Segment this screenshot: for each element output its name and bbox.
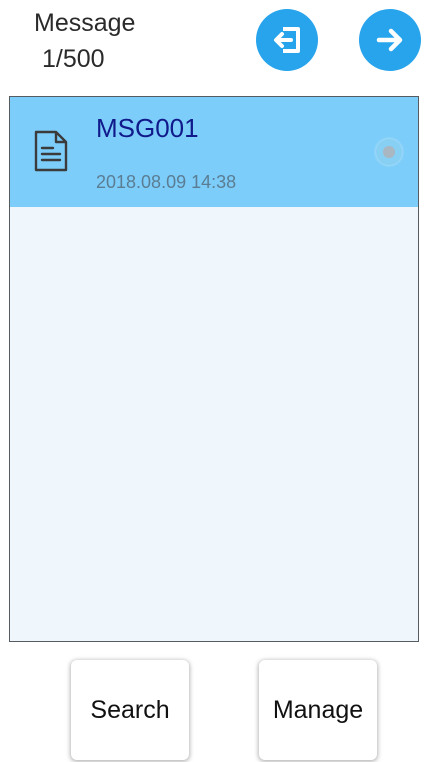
message-list: MSG001 2018.08.09 14:38 xyxy=(9,96,419,642)
message-screen: Message 1/500 MSG001 2018.08.09 14:38 Se… xyxy=(0,0,429,762)
message-count: 1/500 xyxy=(42,45,105,73)
next-button[interactable] xyxy=(359,9,421,71)
page-title: Message xyxy=(34,9,136,37)
message-title: MSG001 xyxy=(96,113,199,143)
exit-icon xyxy=(269,23,305,57)
manage-button[interactable]: Manage xyxy=(259,660,377,760)
search-button[interactable]: Search xyxy=(71,660,189,760)
unread-indicator xyxy=(376,139,402,165)
document-icon xyxy=(33,129,69,178)
list-item[interactable]: MSG001 2018.08.09 14:38 xyxy=(10,97,418,207)
exit-button[interactable] xyxy=(256,9,318,71)
unread-dot xyxy=(383,146,395,158)
arrow-right-icon xyxy=(373,23,407,57)
message-timestamp: 2018.08.09 14:38 xyxy=(96,172,237,192)
